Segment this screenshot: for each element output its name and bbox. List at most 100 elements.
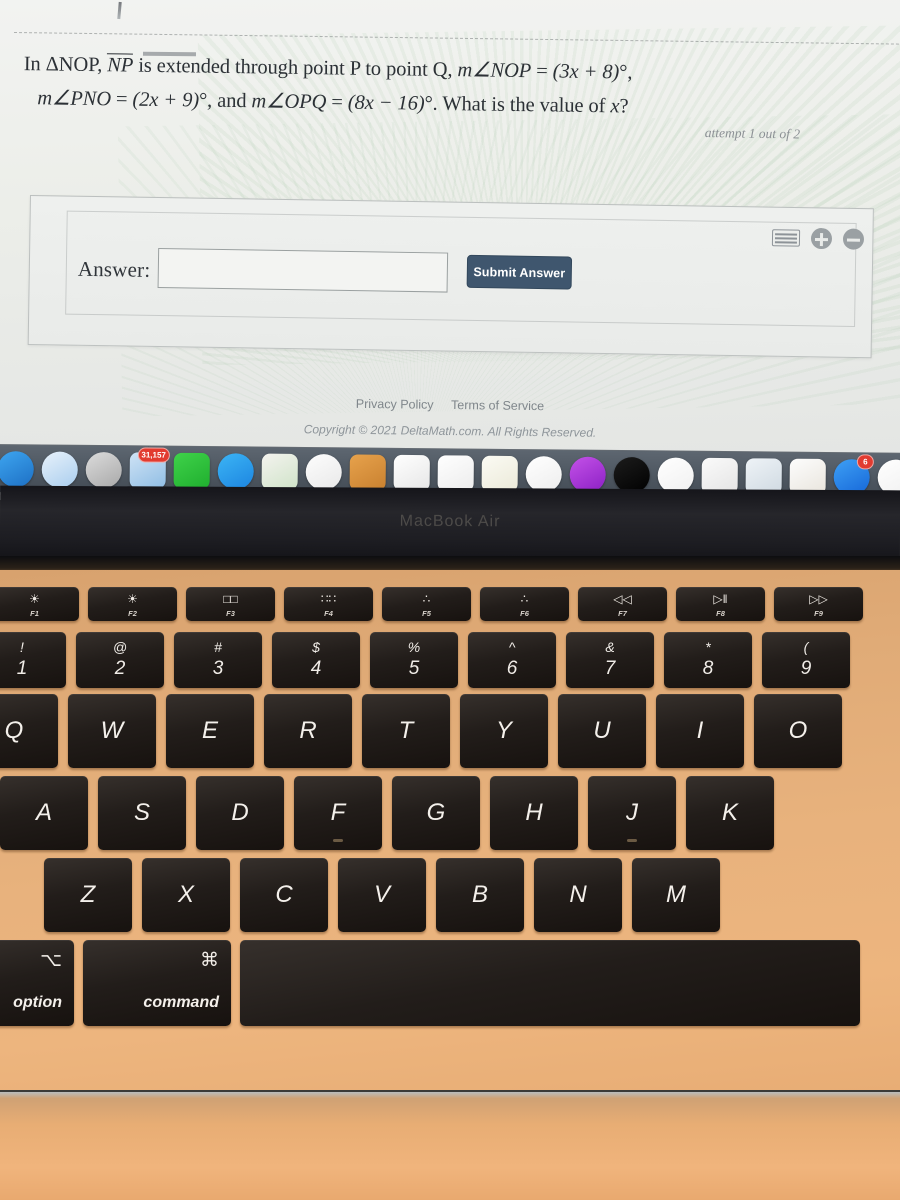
dock-item-photos[interactable] <box>303 451 345 491</box>
question-fragment: is extended through point P to point Q, <box>133 54 458 82</box>
fn-key-label: F2 <box>128 609 137 618</box>
question-fragment: ? <box>619 95 629 118</box>
key-4[interactable]: $4 <box>272 632 360 688</box>
dock-item-mail[interactable]: 31,157 <box>127 446 170 490</box>
key-5[interactable]: % 5 <box>370 632 458 688</box>
zoom-out-icon[interactable] <box>842 228 865 250</box>
keyboard-icon[interactable] <box>771 229 801 247</box>
fn-key-label: F3 <box>226 609 235 618</box>
key-z[interactable]: Z <box>44 858 132 932</box>
key-w[interactable]: W <box>68 694 156 768</box>
key-d[interactable]: D <box>196 776 284 850</box>
key-j[interactable]: J <box>588 776 676 850</box>
play-pause-key[interactable]: ▷‖ F8 <box>676 587 765 621</box>
key-1[interactable]: ! 1 <box>0 632 66 688</box>
key-x[interactable]: X <box>142 858 230 932</box>
mission-control-key[interactable]: □□ F3 <box>186 587 275 621</box>
key-u[interactable]: U <box>558 694 646 768</box>
key-3[interactable]: #3 <box>174 632 262 688</box>
dock-item-facetime[interactable] <box>171 450 213 490</box>
key-number: 4 <box>310 658 322 679</box>
fn-key-label: F6 <box>520 609 529 618</box>
terms-of-service-link[interactable]: Terms of Service <box>451 398 544 413</box>
safari-icon <box>41 450 78 488</box>
command-key[interactable]: ⌘ command <box>83 940 231 1026</box>
key-f[interactable]: F <box>294 776 382 850</box>
news-icon <box>657 456 694 494</box>
modifier-key-row[interactable]: ⌥ option ⌘ command <box>0 940 860 1026</box>
qwerty-key-row[interactable]: QWERTYUIO <box>0 694 852 768</box>
fn-glyph-icon: □□ <box>223 592 238 606</box>
dock-item-messages[interactable] <box>215 451 257 491</box>
dock-item-finder[interactable] <box>0 449 37 489</box>
keyboard-backlight-down-key[interactable]: ∴ F5 <box>382 587 471 621</box>
key-8[interactable]: * 8 <box>664 632 752 688</box>
key-c[interactable]: C <box>240 858 328 932</box>
key-q[interactable]: Q <box>0 694 58 768</box>
launchpad-icon <box>85 451 122 488</box>
key-h[interactable]: H <box>490 776 578 850</box>
submit-answer-button[interactable]: Submit Answer <box>466 254 573 290</box>
keyboard-deck: ☀ F1 ☀ F2 □□ F3 ∷∷ F4 ∴ F5 ∴ F6 ◁◁ F7 ▷‖ F8 ▷▷ F9 ! 1 @2 #3 $… <box>0 570 900 1090</box>
key-symbol: & <box>605 639 615 655</box>
launchpad-key[interactable]: ∷∷ F4 <box>284 587 373 621</box>
key-b[interactable]: B <box>436 858 524 932</box>
key-9[interactable]: (9 <box>762 632 850 688</box>
fn-glyph-icon: ☀ <box>29 592 40 606</box>
key-r[interactable]: R <box>264 694 352 768</box>
key-number: 2 <box>114 658 126 679</box>
fn-glyph-icon: ◁◁ <box>613 592 632 606</box>
key-y[interactable]: Y <box>460 694 548 768</box>
fn-glyph-icon: ☀ <box>127 592 138 606</box>
number-key-row[interactable]: ! 1 @2 #3 $4% 5 ^ 6 & 7 * 8(9 <box>0 632 860 688</box>
answer-input[interactable] <box>157 248 449 293</box>
fn-key-label: F7 <box>618 609 627 618</box>
dock-item-notes[interactable] <box>347 452 389 492</box>
zxcv-key-row[interactable]: ZXCVBNM <box>44 858 730 932</box>
key-symbol: @ <box>112 639 128 655</box>
option-key[interactable]: ⌥ option <box>0 940 74 1026</box>
key-2[interactable]: @2 <box>76 632 164 688</box>
rewind-key[interactable]: ◁◁ F7 <box>578 587 667 621</box>
dock-item-safari[interactable] <box>39 449 81 489</box>
modifier-label: command <box>143 994 219 1011</box>
key-t[interactable]: T <box>362 694 450 768</box>
key-i[interactable]: I <box>656 694 744 768</box>
zoom-in-icon[interactable] <box>810 227 833 250</box>
question-fragment: m∠PNO <box>37 87 112 111</box>
macbook-air-label: MacBook Air <box>399 512 501 531</box>
key-symbol: % <box>407 639 421 655</box>
dock-item-launchpad[interactable] <box>83 449 125 489</box>
key-g[interactable]: G <box>392 776 480 850</box>
stickies-icon <box>481 455 518 492</box>
asdf-key-row[interactable]: ASDFGHJK <box>0 776 784 850</box>
question-fragment: °, <box>619 61 633 84</box>
brightness-up-key[interactable]: ☀ F2 <box>88 587 177 621</box>
spacebar-key[interactable] <box>240 940 860 1026</box>
dock-item-calendar[interactable] <box>391 452 433 492</box>
key-symbol: * <box>705 639 711 655</box>
brightness-down-key[interactable]: ☀ F1 <box>0 587 79 621</box>
key-symbol: ! <box>20 639 24 655</box>
photos-icon <box>305 453 342 490</box>
privacy-policy-link[interactable]: Privacy Policy <box>356 397 434 412</box>
key-s[interactable]: S <box>98 776 186 850</box>
question-fragment: m∠OPQ <box>251 90 327 114</box>
key-number: 7 <box>604 658 616 679</box>
keyboard-backlight-up-key[interactable]: ∴ F6 <box>480 587 569 621</box>
fn-glyph-icon: ∴ <box>422 592 431 606</box>
dock-item-maps[interactable] <box>259 451 301 491</box>
key-symbol: ( <box>803 639 809 655</box>
key-o[interactable]: O <box>754 694 842 768</box>
key-k[interactable]: K <box>686 776 774 850</box>
key-a[interactable]: A <box>0 776 88 850</box>
function-key-row[interactable]: ☀ F1 ☀ F2 □□ F3 ∷∷ F4 ∴ F5 ∴ F6 ◁◁ F7 ▷‖ F8 ▷▷ F9 <box>0 587 872 621</box>
key-6[interactable]: ^ 6 <box>468 632 556 688</box>
key-e[interactable]: E <box>166 694 254 768</box>
fast-forward-key[interactable]: ▷▷ F9 <box>774 587 863 621</box>
key-n[interactable]: N <box>534 858 622 932</box>
key-7[interactable]: & 7 <box>566 632 654 688</box>
question-fragment: = <box>110 88 133 111</box>
key-m[interactable]: M <box>632 858 720 932</box>
key-v[interactable]: V <box>338 858 426 932</box>
